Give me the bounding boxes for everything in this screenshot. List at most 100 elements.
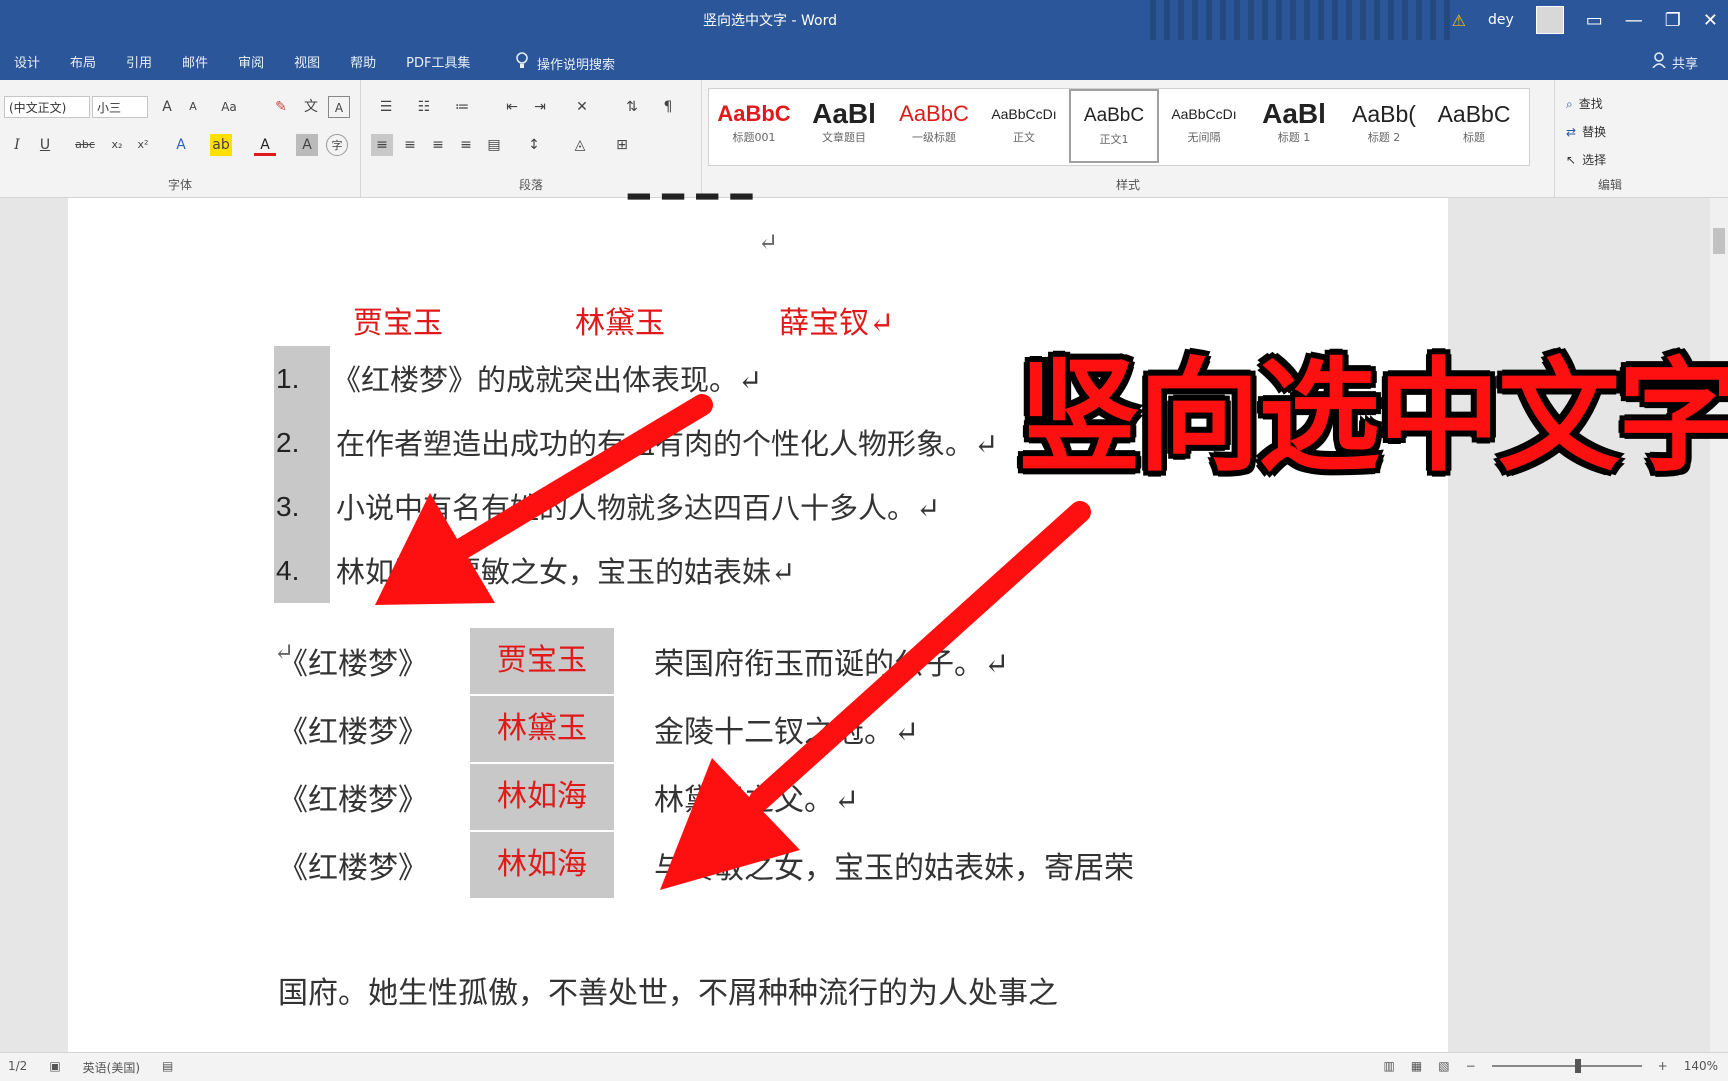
name-xue-baochai[interactable]: 薛宝钗↵	[779, 298, 894, 342]
zoom-slider-knob[interactable]	[1575, 1059, 1582, 1073]
clear-formatting-icon[interactable]: ✎	[270, 96, 292, 118]
enclose-character-icon[interactable]: 字	[326, 134, 348, 156]
subscript-icon[interactable]: x₂	[106, 134, 128, 156]
borders-icon[interactable]: ⊞	[611, 134, 633, 156]
style-normal1[interactable]: AaBbC 正文1	[1069, 89, 1159, 163]
person-desc[interactable]: 金陵十二钗之冠。↵	[654, 707, 919, 751]
tell-me-box[interactable]: 操作说明搜索	[515, 52, 615, 74]
text-effects-icon[interactable]: A	[170, 134, 192, 156]
zoom-in-icon[interactable]: +	[1658, 1059, 1668, 1073]
table-row[interactable]: 《红楼梦》 林黛玉 金陵十二钗之冠。↵	[278, 696, 919, 762]
person-desc[interactable]: 与贾敏之女，宝玉的姑表妹，寄居荣	[654, 843, 1134, 887]
underline-icon[interactable]: U	[34, 134, 56, 156]
book-title[interactable]: 《红楼梦》	[278, 775, 470, 819]
find-button[interactable]: ⌕ 查找	[1566, 90, 1606, 118]
multilevel-list-icon[interactable]: ≔	[451, 96, 473, 118]
shrink-font-icon[interactable]: A	[182, 96, 204, 118]
person-desc[interactable]: 荣国府衔玉而诞的公子。↵	[654, 639, 1009, 683]
font-name-field[interactable]: (中文正文)	[4, 96, 90, 118]
table-row[interactable]: 《红楼梦》 林如海 与贾敏之女，宝玉的姑表妹，寄居荣	[278, 832, 1134, 898]
list-item[interactable]: 1. 《红楼梦》的成就突出体表现。↵	[274, 345, 762, 411]
list-number[interactable]: 3.	[274, 473, 330, 539]
show-marks-icon[interactable]: ¶	[657, 96, 679, 118]
list-text[interactable]: 小说中有名有姓的人物就多达四百八十多人。↵	[336, 485, 940, 527]
style-normal[interactable]: AaBbCcDı 正文	[979, 89, 1069, 163]
close-button[interactable]: ✕	[1703, 10, 1718, 31]
tab-pdf-tools[interactable]: PDF工具集	[406, 52, 470, 71]
sort-icon[interactable]: ⇅	[621, 96, 643, 118]
book-title[interactable]: 《红楼梦》	[278, 639, 470, 683]
web-layout-icon[interactable]: ▧	[1438, 1059, 1449, 1073]
print-layout-icon[interactable]: ▦	[1411, 1059, 1422, 1073]
person-name[interactable]: 林黛玉	[470, 696, 614, 762]
style-no-spacing[interactable]: AaBbCcDı 无间隔	[1159, 89, 1249, 163]
list-number[interactable]: 4.	[274, 537, 330, 603]
list-text[interactable]: 在作者塑造出成功的有血有肉的个性化人物形象。↵	[336, 421, 998, 463]
zoom-level[interactable]: 140%	[1684, 1059, 1718, 1073]
change-case-icon[interactable]: Aa	[218, 96, 240, 118]
phonetic-guide-icon[interactable]: 文	[300, 96, 322, 118]
name-lin-daiyu[interactable]: 林黛玉	[575, 298, 779, 342]
align-right-icon[interactable]: ≡	[427, 134, 449, 156]
language-indicator[interactable]: 英语(美国)	[83, 1059, 140, 1076]
person-name[interactable]: 林如海	[470, 832, 614, 898]
replace-button[interactable]: ⇄ 替换	[1566, 118, 1606, 146]
scroll-thumb[interactable]	[1713, 228, 1725, 254]
style-heading1[interactable]: AaBl 标题 1	[1249, 89, 1339, 163]
table-row[interactable]: 《红楼梦》 林如海 林黛玉之父。↵	[278, 764, 859, 830]
macro-icon[interactable]: ▤	[162, 1059, 173, 1076]
style-title001[interactable]: AaBbC 标题001	[709, 89, 799, 163]
tab-help[interactable]: 帮助	[350, 52, 376, 71]
increase-indent-icon[interactable]: ⇥	[529, 96, 551, 118]
tab-layout[interactable]: 布局	[70, 52, 96, 71]
font-color-icon[interactable]: A	[254, 134, 276, 156]
tab-references[interactable]: 引用	[126, 52, 152, 71]
list-text[interactable]: 林如海与贾敏之女，宝玉的姑表妹↵	[336, 549, 795, 591]
bullets-icon[interactable]: ☰	[375, 96, 397, 118]
minimize-button[interactable]: —	[1625, 10, 1643, 31]
list-item[interactable]: 4. 林如海与贾敏之女，宝玉的姑表妹↵	[274, 537, 795, 603]
shading-icon[interactable]: ◬	[569, 134, 591, 156]
font-size-field[interactable]: 小三	[92, 96, 148, 118]
tab-view[interactable]: 视图	[294, 52, 320, 71]
restore-button[interactable]: ❐	[1665, 10, 1681, 31]
share-button[interactable]: 共享	[1652, 52, 1698, 72]
italic-icon[interactable]: I	[6, 134, 28, 156]
proofing-icon[interactable]: ▣	[49, 1059, 60, 1076]
person-desc[interactable]: 林黛玉之父。↵	[654, 775, 859, 819]
book-title[interactable]: 《红楼梦》	[278, 707, 470, 751]
strikethrough-icon[interactable]: abc	[74, 134, 96, 156]
continuation-text[interactable]: 国府。她生性孤傲，不善处世，不屑种种流行的为人处事之	[278, 968, 1058, 1012]
name-jia-baoyu[interactable]: 贾宝玉	[353, 298, 575, 342]
page-indicator[interactable]: 1/2	[8, 1059, 27, 1076]
tab-review[interactable]: 审阅	[238, 52, 264, 71]
tab-mailings[interactable]: 邮件	[182, 52, 208, 71]
read-mode-icon[interactable]: ▥	[1384, 1059, 1395, 1073]
list-text[interactable]: 《红楼梦》的成就突出体表现。↵	[332, 357, 762, 399]
style-heading2[interactable]: AaBb( 标题 2	[1339, 89, 1429, 163]
tab-design[interactable]: 设计	[14, 52, 40, 71]
grow-font-icon[interactable]: A	[156, 96, 178, 118]
avatar[interactable]	[1535, 6, 1564, 34]
character-shading-icon[interactable]: A	[296, 134, 318, 156]
list-number[interactable]: 1.	[274, 345, 330, 411]
align-center-icon[interactable]: ≡	[399, 134, 421, 156]
character-border-icon[interactable]: A	[328, 96, 350, 118]
zoom-out-icon[interactable]: −	[1466, 1059, 1476, 1073]
select-button[interactable]: ↖ 选择	[1566, 146, 1606, 174]
highlight-icon[interactable]: ab	[210, 134, 232, 156]
zoom-slider[interactable]	[1491, 1059, 1642, 1073]
superscript-icon[interactable]: x²	[132, 134, 154, 156]
book-title[interactable]: 《红楼梦》	[278, 843, 470, 887]
list-item[interactable]: 3. 小说中有名有姓的人物就多达四百八十多人。↵	[274, 473, 940, 539]
person-name[interactable]: 贾宝玉	[470, 628, 614, 694]
list-number[interactable]: 2.	[274, 409, 330, 475]
align-left-icon[interactable]: ≡	[371, 134, 393, 156]
user-name[interactable]: dey	[1488, 12, 1514, 28]
decrease-indent-icon[interactable]: ⇤	[501, 96, 523, 118]
warning-icon[interactable]: ⚠	[1452, 11, 1466, 30]
person-name[interactable]: 林如海	[470, 764, 614, 830]
list-item[interactable]: 2. 在作者塑造出成功的有血有肉的个性化人物形象。↵	[274, 409, 998, 475]
line-spacing-icon[interactable]: ↕	[523, 134, 545, 156]
style-title[interactable]: AaBbC 标题	[1429, 89, 1519, 163]
